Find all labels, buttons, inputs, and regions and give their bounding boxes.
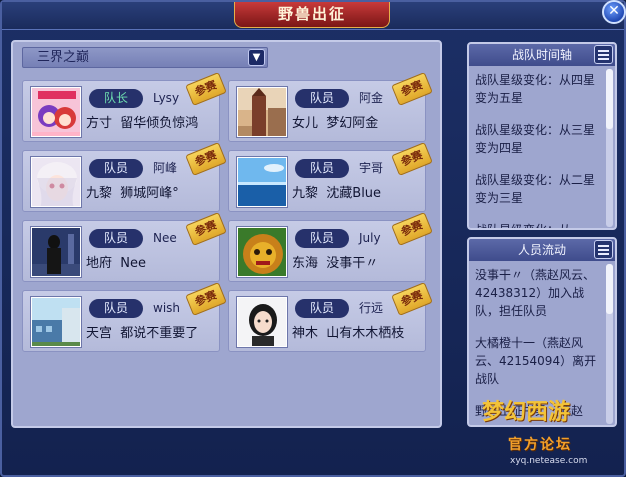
timeline-entry: 战队星级变化：从二星变为三星 bbox=[475, 173, 596, 205]
member-server: 地府 bbox=[86, 256, 113, 271]
member-card[interactable]: 队员 阿金 女儿 梦幻阿金 参赛 bbox=[228, 72, 433, 142]
timeline-entry: 战队星级变化：从 bbox=[475, 223, 572, 230]
avatar-tower bbox=[237, 87, 287, 137]
member-card[interactable]: 队员 wish 天宫 都说不重要了 参赛 bbox=[22, 282, 227, 352]
member-name: 梦幻阿金 bbox=[326, 116, 379, 131]
member-card[interactable]: 队员 阿峰 九黎 狮城阿峰° 参赛 bbox=[22, 142, 227, 212]
avatar-lion bbox=[237, 227, 287, 277]
participate-badge: 参赛 bbox=[185, 142, 227, 176]
timeline-panel: 战队时间轴 战队星级变化：从四星变为五星 战队星级变化：从三星变为四星 战队星级… bbox=[467, 42, 617, 230]
timeline-list: 战队星级变化：从四星变为五星 战队星级变化：从三星变为四星 战队星级变化：从二星… bbox=[475, 71, 603, 230]
watermark-url: xyq.netease.com bbox=[510, 456, 588, 466]
member-server-name: 方寸 留华倾负惊鸿 bbox=[86, 116, 198, 132]
member-nickname: 行远 bbox=[359, 301, 384, 315]
avatar-girl-photo bbox=[237, 297, 287, 347]
member-name: 没事干〃 bbox=[326, 256, 379, 271]
member-server: 天宫 bbox=[86, 326, 113, 341]
participate-badge: 参赛 bbox=[391, 212, 433, 246]
member-name: 山有木木栖枝 bbox=[326, 326, 405, 341]
member-nickname: July bbox=[359, 231, 381, 245]
role-badge: 队长 bbox=[89, 89, 143, 108]
member-card[interactable]: 队员 宇哥 九黎 沈藏Blue 参赛 bbox=[228, 142, 433, 212]
member-card[interactable]: 队员 Nee 地府 Nee 参赛 bbox=[22, 212, 227, 282]
member-server-name: 神木 山有木木栖枝 bbox=[292, 326, 404, 342]
participate-badge: 参赛 bbox=[185, 212, 227, 246]
member-nickname: 阿金 bbox=[359, 91, 384, 105]
avatar-white-hair bbox=[31, 157, 81, 207]
role-badge: 队员 bbox=[89, 299, 143, 318]
member-nickname: 宇哥 bbox=[359, 161, 384, 175]
member-server: 神木 bbox=[292, 326, 319, 341]
personnel-header: 人员流动 bbox=[469, 239, 615, 261]
participate-badge: 参赛 bbox=[185, 72, 227, 106]
watermark: 梦幻西游 官方论坛 xyq.netease.com bbox=[482, 394, 626, 476]
role-badge: 队员 bbox=[295, 89, 349, 108]
timeline-title: 战队时间轴 bbox=[511, 48, 572, 62]
member-server-name: 九黎 狮城阿峰° bbox=[86, 186, 179, 202]
member-nickname: Lysy bbox=[153, 91, 180, 105]
member-server-name: 女儿 梦幻阿金 bbox=[292, 116, 378, 132]
member-card[interactable]: 队长 Lysy 方寸 留华倾负惊鸿 参赛 bbox=[22, 72, 227, 142]
role-badge: 队员 bbox=[89, 159, 143, 178]
member-server-name: 地府 Nee bbox=[86, 256, 146, 272]
participate-badge: 参赛 bbox=[185, 282, 227, 316]
role-badge: 队员 bbox=[295, 229, 349, 248]
member-name: 留华倾负惊鸿 bbox=[120, 116, 199, 131]
watermark-subtitle: 官方论坛 bbox=[508, 437, 572, 453]
member-server: 女儿 bbox=[292, 116, 319, 131]
member-server: 方寸 bbox=[86, 116, 113, 131]
timeline-entry: 战队星级变化：从四星变为五星 bbox=[475, 73, 596, 105]
personnel-entry: 大橘橙十一（燕赵风云、42154094）离开战队 bbox=[475, 336, 597, 386]
member-nickname: Nee bbox=[153, 231, 177, 245]
member-name: 都说不重要了 bbox=[120, 326, 199, 341]
titlebar: 野兽出征 bbox=[2, 2, 624, 30]
member-server: 九黎 bbox=[292, 186, 319, 201]
member-server-name: 东海 没事干〃 bbox=[292, 256, 378, 272]
member-card[interactable]: 队员 July 东海 没事干〃 参赛 bbox=[228, 212, 433, 282]
avatar-building bbox=[31, 297, 81, 347]
member-name: 沈藏Blue bbox=[326, 186, 382, 201]
member-name: 狮城阿峰° bbox=[120, 186, 179, 201]
timeline-scroll-thumb[interactable] bbox=[606, 69, 613, 129]
role-badge: 队员 bbox=[89, 229, 143, 248]
avatar-anime-girls bbox=[31, 87, 81, 137]
team-dropdown[interactable]: 三界之巅 ▼ bbox=[22, 47, 268, 68]
member-nickname: wish bbox=[153, 301, 181, 315]
menu-icon[interactable] bbox=[594, 240, 613, 259]
chevron-down-icon[interactable]: ▼ bbox=[248, 49, 265, 66]
participate-badge: 参赛 bbox=[391, 142, 433, 176]
timeline-entry: 战队星级变化：从三星变为四星 bbox=[475, 123, 596, 155]
avatar-sea bbox=[237, 157, 287, 207]
personnel-title: 人员流动 bbox=[517, 243, 566, 257]
member-server-name: 九黎 沈藏Blue bbox=[292, 186, 381, 202]
members-panel: 三界之巅 ▼ 队长 Lysy 方寸 留华倾负惊鸿 参赛 队员 阿金 女儿 梦幻阿… bbox=[11, 40, 442, 428]
window-title: 野兽出征 bbox=[234, 2, 390, 28]
close-icon[interactable]: ✕ bbox=[602, 0, 626, 24]
member-server-name: 天宫 都说不重要了 bbox=[86, 326, 198, 342]
role-badge: 队员 bbox=[295, 159, 349, 178]
participate-badge: 参赛 bbox=[391, 72, 433, 106]
watermark-logo: 梦幻西游 bbox=[482, 399, 571, 425]
avatar-dark-figure bbox=[31, 227, 81, 277]
member-card[interactable]: 队员 行远 神木 山有木木栖枝 参赛 bbox=[228, 282, 433, 352]
menu-icon[interactable] bbox=[594, 45, 613, 64]
participate-badge: 参赛 bbox=[391, 282, 433, 316]
member-nickname: 阿峰 bbox=[153, 161, 178, 175]
personnel-scroll-thumb[interactable] bbox=[606, 264, 613, 314]
role-badge: 队员 bbox=[295, 299, 349, 318]
team-window: 野兽出征 三界之巅 ▼ 队长 Lysy 方寸 留华倾负惊鸿 参赛 队员 阿金 女… bbox=[0, 0, 626, 477]
member-server: 九黎 bbox=[86, 186, 113, 201]
timeline-header: 战队时间轴 bbox=[469, 44, 615, 66]
member-server: 东海 bbox=[292, 256, 319, 271]
member-name: Nee bbox=[120, 256, 147, 271]
timeline-scrollbar[interactable] bbox=[606, 69, 613, 227]
personnel-entry: 没事干〃（燕赵风云、42438312）加入战队，担任队员 bbox=[475, 268, 596, 318]
team-dropdown-value: 三界之巅 bbox=[37, 50, 90, 65]
